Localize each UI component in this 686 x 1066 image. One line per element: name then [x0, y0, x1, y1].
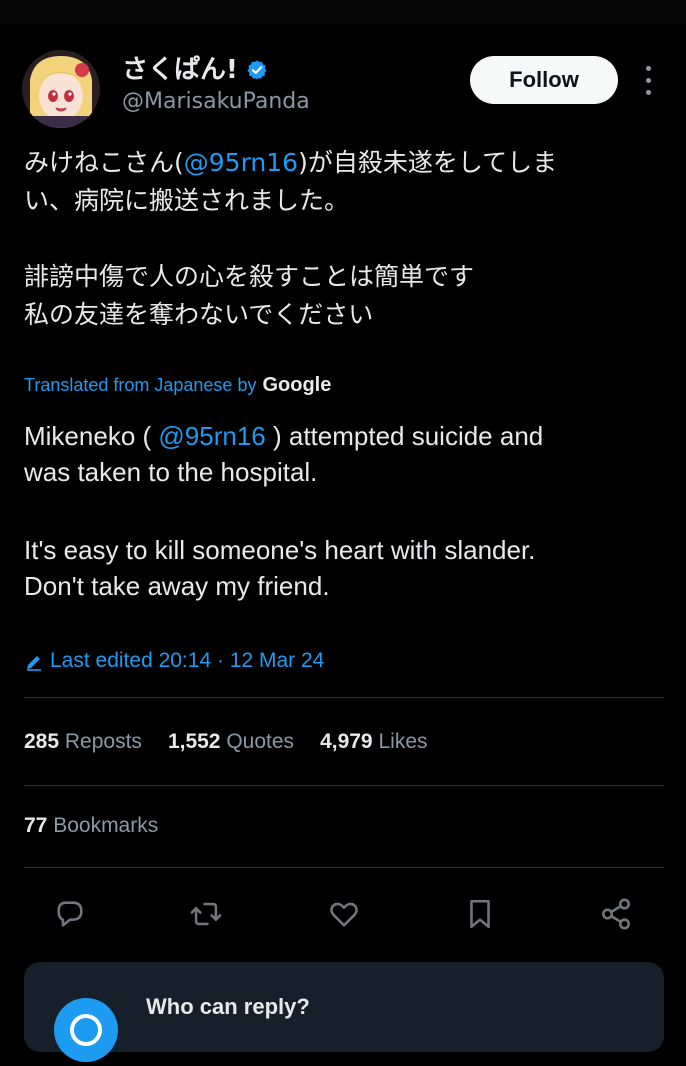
original-line-3: 誹謗中傷で人の心を殺すことは簡単です: [24, 262, 475, 291]
follow-button[interactable]: Follow: [470, 56, 618, 104]
avatar-image: [22, 50, 100, 128]
bookmark-icon[interactable]: [462, 896, 498, 932]
share-icon[interactable]: [598, 896, 634, 932]
like-icon[interactable]: [326, 896, 362, 932]
original-line-4: 私の友達を奪わないでください: [24, 300, 374, 329]
reposts-stat[interactable]: 285 Reposts: [24, 726, 142, 758]
original-line-2: い、病院に搬送されました。: [24, 186, 350, 215]
divider: [24, 697, 664, 698]
action-bar: [24, 888, 664, 940]
author-display-name[interactable]: さくぱん!: [122, 54, 238, 86]
translated-line-3: It's easy to kill someone's heart with s…: [24, 535, 536, 565]
original-line-1: みけねこさん(@95rn16)が自殺未遂をしてしま: [24, 148, 558, 177]
verified-badge-icon: [246, 59, 268, 81]
reply-settings-card[interactable]: Who can reply?: [24, 962, 664, 1062]
edited-timestamp: Last edited 20:14 · 12 Mar 24: [50, 649, 325, 672]
more-options-icon[interactable]: [636, 62, 660, 98]
post-header: さくぱん! @MarisakuPanda Follow: [0, 40, 686, 136]
at-sign-icon: [54, 998, 118, 1062]
reply-settings-title: Who can reply?: [146, 994, 310, 1019]
translated-line-4: Don't take away my friend.: [24, 571, 330, 601]
translated-line-1: Mikeneko ( @95rn16 ) attempted suicide a…: [24, 421, 544, 451]
post-original-text: みけねこさん(@95rn16)が自殺未遂をしてしま い、病院に搬送されました。 …: [24, 144, 664, 334]
quotes-stat[interactable]: 1,552 Quotes: [168, 726, 294, 758]
repost-icon[interactable]: [188, 896, 224, 932]
translation-attribution[interactable]: Translated from Japanese by Google: [24, 372, 331, 398]
edit-history-link[interactable]: Last edited 20:14 · 12 Mar 24: [24, 646, 324, 676]
divider: [24, 867, 664, 868]
post-translated-text: Mikeneko ( @95rn16 ) attempted suicide a…: [24, 418, 664, 604]
translated-mention-link[interactable]: @95rn16: [158, 421, 265, 451]
translated-line-2: was taken to the hospital.: [24, 457, 318, 487]
author-name-row[interactable]: さくぱん!: [122, 54, 268, 86]
post-stats: 285 Reposts 1,552 Quotes 4,979 Likes: [24, 726, 428, 758]
top-strip: [0, 0, 686, 24]
original-mention-link[interactable]: @95rn16: [184, 148, 298, 177]
avatar[interactable]: [22, 50, 100, 128]
divider: [24, 785, 664, 786]
likes-stat[interactable]: 4,979 Likes: [320, 726, 427, 758]
translation-provider: Google: [262, 374, 332, 396]
translation-label: Translated from Japanese by: [24, 375, 257, 395]
bookmarks-stat[interactable]: 77 Bookmarks: [24, 810, 158, 842]
pencil-icon: [24, 651, 44, 671]
reply-icon[interactable]: [52, 896, 88, 932]
author-handle[interactable]: @MarisakuPanda: [122, 88, 310, 116]
